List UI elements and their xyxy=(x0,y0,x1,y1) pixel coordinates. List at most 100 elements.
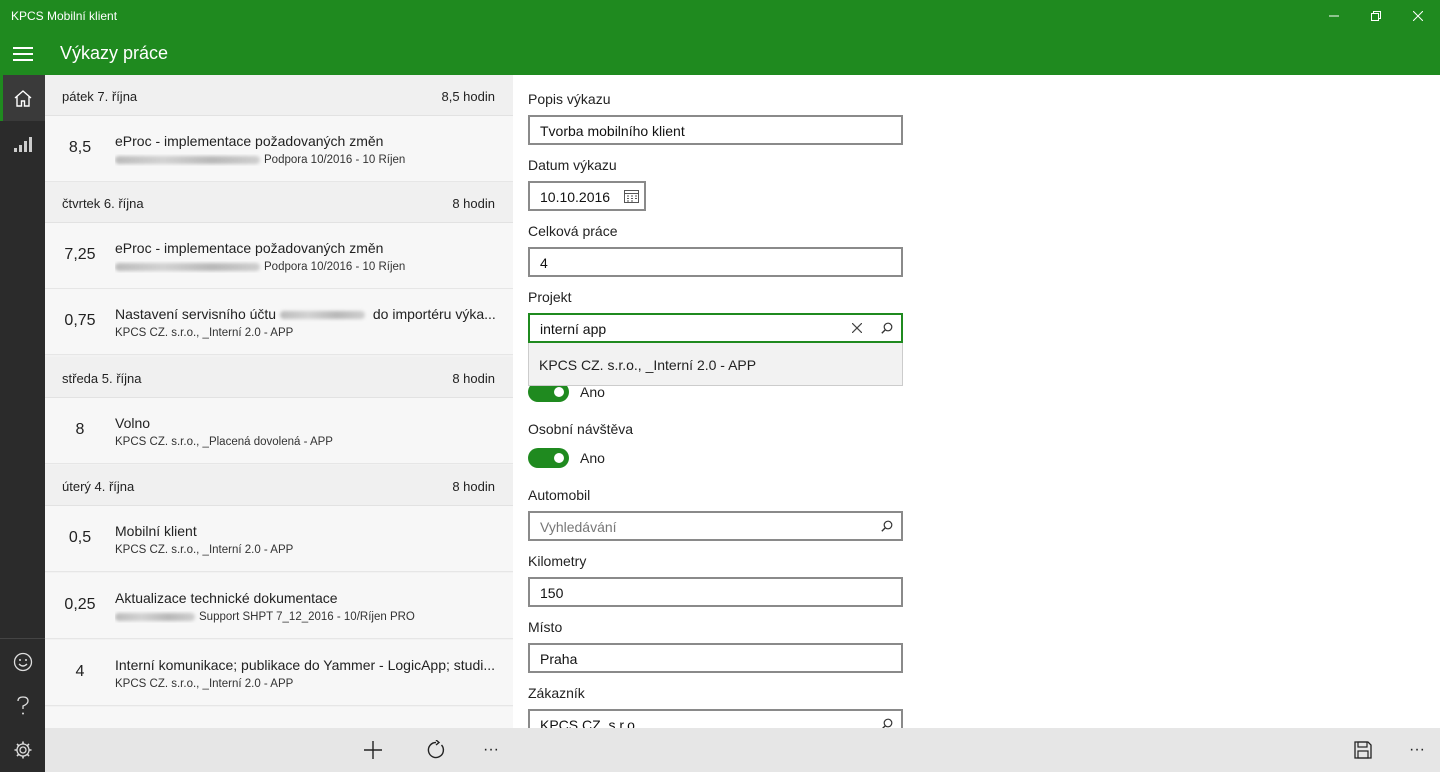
group-header: středa 5. října 8 hodin xyxy=(45,357,513,398)
personal-visit-toggle[interactable] xyxy=(528,448,569,468)
home-icon xyxy=(14,90,31,107)
total-work-label: Celková práce xyxy=(528,223,618,239)
refresh-button[interactable] xyxy=(414,728,458,772)
date-picker[interactable]: 10.10.2016 xyxy=(528,181,646,211)
worklog-list[interactable]: pátek 7. října 8,5 hodin 8,5 eProc - imp… xyxy=(45,75,513,728)
add-button[interactable] xyxy=(351,728,395,772)
project-suggestion[interactable]: KPCS CZ. s.r.o., _Interní 2.0 - APP xyxy=(528,343,903,386)
list-item[interactable]: 0,75 Nastavení servisního účtu do import… xyxy=(45,289,513,355)
total-work-input[interactable]: 4 xyxy=(528,247,903,277)
worklog-form: Popis výkazu Tvorba mobilního klient Dat… xyxy=(513,75,1440,728)
project-search-input[interactable]: interní app xyxy=(528,313,903,343)
hamburger-button[interactable] xyxy=(0,32,45,75)
entry-subtitle-text: Support SHPT 7_12_2016 - 10/Říjen PRO xyxy=(199,611,415,623)
more-button[interactable]: ··· xyxy=(1395,728,1439,772)
car-search-input[interactable]: Vyhledávání xyxy=(528,511,903,541)
entry-subtitle: Podpora 10/2016 - 10 Říjen xyxy=(115,261,505,273)
toggle-state: Ano xyxy=(580,384,605,400)
date-label: Datum výkazu xyxy=(528,157,617,173)
customer-search-input[interactable]: KPCS CZ. s.r.o. xyxy=(528,709,903,728)
entry-subtitle: Podpora 10/2016 - 10 Říjen xyxy=(115,154,505,166)
search-icon[interactable] xyxy=(879,518,895,534)
list-item[interactable]: 4 Interní komunikace; publikace do Yamme… xyxy=(45,640,513,706)
minimize-button[interactable] xyxy=(1311,0,1357,32)
entry-title: Interní komunikace; publikace do Yammer … xyxy=(115,657,496,673)
nav-item-help[interactable] xyxy=(0,683,45,729)
more-label: ··· xyxy=(483,741,499,758)
place-label: Místo xyxy=(528,619,563,635)
place-input[interactable]: Praha xyxy=(528,643,903,673)
restore-icon xyxy=(1371,11,1381,21)
nav-item-feedback[interactable] xyxy=(0,638,45,684)
list-item[interactable]: 8 Volno KPCS CZ. s.r.o., _Placená dovole… xyxy=(45,398,513,464)
kilometers-input[interactable]: 150 xyxy=(528,577,903,607)
save-button[interactable] xyxy=(1341,728,1385,772)
customer-value: KPCS CZ. s.r.o. xyxy=(540,717,639,728)
hamburger-icon xyxy=(12,46,33,61)
command-bar: ··· ··· xyxy=(45,728,1440,772)
page-title: Výkazy práce xyxy=(60,43,169,63)
redacted-text xyxy=(115,262,260,271)
entry-title: Aktualizace technické dokumentace xyxy=(115,590,338,606)
description-input[interactable]: Tvorba mobilního klient xyxy=(528,115,903,145)
nav-item-statistics[interactable] xyxy=(0,121,45,167)
entry-subtitle: KPCS CZ. s.r.o., _Interní 2.0 - APP xyxy=(115,544,294,556)
group-total: 8 hodin xyxy=(452,196,495,211)
description-label: Popis výkazu xyxy=(528,91,611,107)
list-item[interactable]: 8,5 eProc - implementace požadovaných zm… xyxy=(45,116,513,182)
entry-subtitle: KPCS CZ. s.r.o., _Interní 2.0 - APP xyxy=(115,678,294,690)
entry-title: Nastavení servisního účtu do importéru v… xyxy=(115,306,497,322)
more-label: ··· xyxy=(1409,741,1425,758)
close-button[interactable] xyxy=(1395,0,1440,32)
list-item[interactable]: 7,25 eProc - implementace požadovaných z… xyxy=(45,223,513,289)
entry-subtitle: KPCS CZ. s.r.o., _Placená dovolená - APP xyxy=(115,436,333,448)
question-icon xyxy=(16,696,29,715)
title-bar: KPCS Mobilní klient xyxy=(0,0,1440,32)
entry-hours: 0,75 xyxy=(64,312,96,329)
clear-icon[interactable] xyxy=(849,320,865,336)
list-item[interactable]: 0,25 Aktualizace technické dokumentace S… xyxy=(45,573,513,639)
group-total: 8 hodin xyxy=(452,479,495,494)
list-item[interactable]: 0,5 Mobilní klient KPCS CZ. s.r.o., _Int… xyxy=(45,506,513,572)
personal-visit-label: Osobní návštěva xyxy=(528,421,634,437)
redacted-text xyxy=(115,612,195,621)
group-header: čtvrtek 6. října 8 hodin xyxy=(45,182,513,223)
plus-icon xyxy=(364,741,382,759)
close-icon xyxy=(1413,11,1423,21)
entry-title: Volno xyxy=(115,415,151,431)
date-value: 10.10.2016 xyxy=(540,189,611,205)
entry-subtitle-text: Podpora 10/2016 - 10 Říjen xyxy=(264,261,406,273)
entry-title-text: do importéru výka... xyxy=(372,306,496,322)
signal-bars-icon xyxy=(13,137,32,152)
group-total: 8 hodin xyxy=(452,371,495,386)
group-header: pátek 7. října 8,5 hodin xyxy=(45,75,513,116)
list-item[interactable] xyxy=(45,707,513,728)
car-label: Automobil xyxy=(528,487,591,503)
nav-item-settings[interactable] xyxy=(0,727,45,772)
nav-item-home[interactable] xyxy=(0,75,45,121)
group-date: pátek 7. října xyxy=(62,89,138,104)
entry-title-text: Nastavení servisního účtu xyxy=(115,306,277,322)
entry-title: eProc - implementace požadovaných změn xyxy=(115,240,384,256)
gear-icon xyxy=(14,741,31,759)
entry-title: Mobilní klient xyxy=(115,523,197,539)
entry-hours: 8 xyxy=(75,421,85,438)
save-icon xyxy=(1354,741,1372,759)
redacted-text xyxy=(279,311,365,320)
project-label: Projekt xyxy=(528,289,572,305)
entry-hours: 0,5 xyxy=(68,529,92,546)
group-header: úterý 4. října 8 hodin xyxy=(45,465,513,506)
search-icon[interactable] xyxy=(879,716,895,728)
search-icon[interactable] xyxy=(879,320,895,336)
entry-subtitle: Support SHPT 7_12_2016 - 10/Říjen PRO xyxy=(115,611,505,623)
entry-hours: 4 xyxy=(75,663,85,680)
nav-pane xyxy=(0,75,45,772)
group-date: středa 5. října xyxy=(62,371,142,386)
smiley-icon xyxy=(13,652,32,671)
app-title: KPCS Mobilní klient xyxy=(11,9,118,23)
group-total: 8,5 hodin xyxy=(441,89,496,104)
restore-button[interactable] xyxy=(1353,0,1399,32)
calendar-icon[interactable] xyxy=(623,188,639,204)
toggle-state: Ano xyxy=(580,450,605,466)
more-button[interactable]: ··· xyxy=(469,728,513,772)
